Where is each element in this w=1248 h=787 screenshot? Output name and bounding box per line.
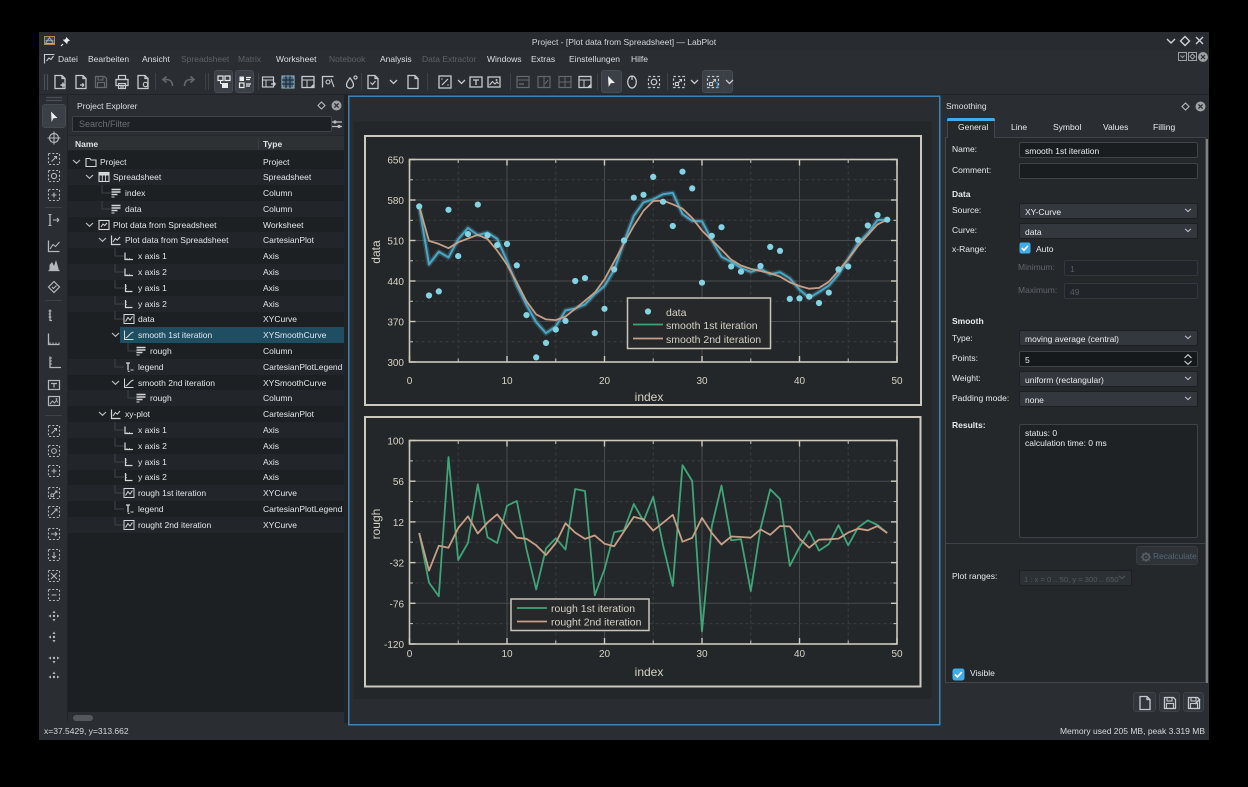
svg-text:smooth 2nd iteration: smooth 2nd iteration bbox=[666, 334, 761, 346]
svg-text:40: 40 bbox=[794, 376, 806, 387]
svg-text:data: data bbox=[369, 240, 383, 264]
svg-text:0: 0 bbox=[407, 376, 413, 387]
svg-text:-32: -32 bbox=[390, 559, 405, 570]
svg-text:100: 100 bbox=[387, 437, 404, 448]
svg-text:370: 370 bbox=[387, 318, 404, 329]
svg-text:rough 1st iteration: rough 1st iteration bbox=[551, 603, 635, 615]
svg-text:30: 30 bbox=[696, 376, 708, 387]
svg-text:510: 510 bbox=[387, 237, 404, 248]
svg-text:20: 20 bbox=[599, 376, 611, 387]
svg-text:data: data bbox=[666, 307, 687, 319]
svg-text:50: 50 bbox=[891, 649, 903, 660]
svg-text:10: 10 bbox=[501, 376, 513, 387]
svg-text:index: index bbox=[635, 665, 664, 679]
svg-text:-76: -76 bbox=[390, 599, 405, 610]
svg-text:rough: rough bbox=[369, 509, 383, 540]
svg-text:440: 440 bbox=[387, 277, 404, 288]
svg-text:50: 50 bbox=[891, 376, 903, 387]
svg-text:30: 30 bbox=[696, 649, 708, 660]
svg-text:580: 580 bbox=[387, 196, 404, 207]
svg-text:40: 40 bbox=[794, 649, 806, 660]
svg-text:12: 12 bbox=[393, 518, 405, 529]
svg-text:index: index bbox=[635, 390, 664, 404]
svg-text:10: 10 bbox=[501, 649, 513, 660]
svg-text:1: 1 bbox=[715, 81, 720, 90]
svg-text:rought 2nd iteration: rought 2nd iteration bbox=[551, 617, 642, 629]
svg-text:0: 0 bbox=[407, 649, 413, 660]
svg-text:650: 650 bbox=[387, 156, 404, 167]
svg-text:20: 20 bbox=[599, 649, 611, 660]
svg-text:-120: -120 bbox=[384, 640, 404, 651]
svg-text:56: 56 bbox=[393, 477, 405, 488]
svg-text:300: 300 bbox=[387, 358, 404, 369]
svg-text:smooth 1st iteration: smooth 1st iteration bbox=[666, 320, 758, 332]
